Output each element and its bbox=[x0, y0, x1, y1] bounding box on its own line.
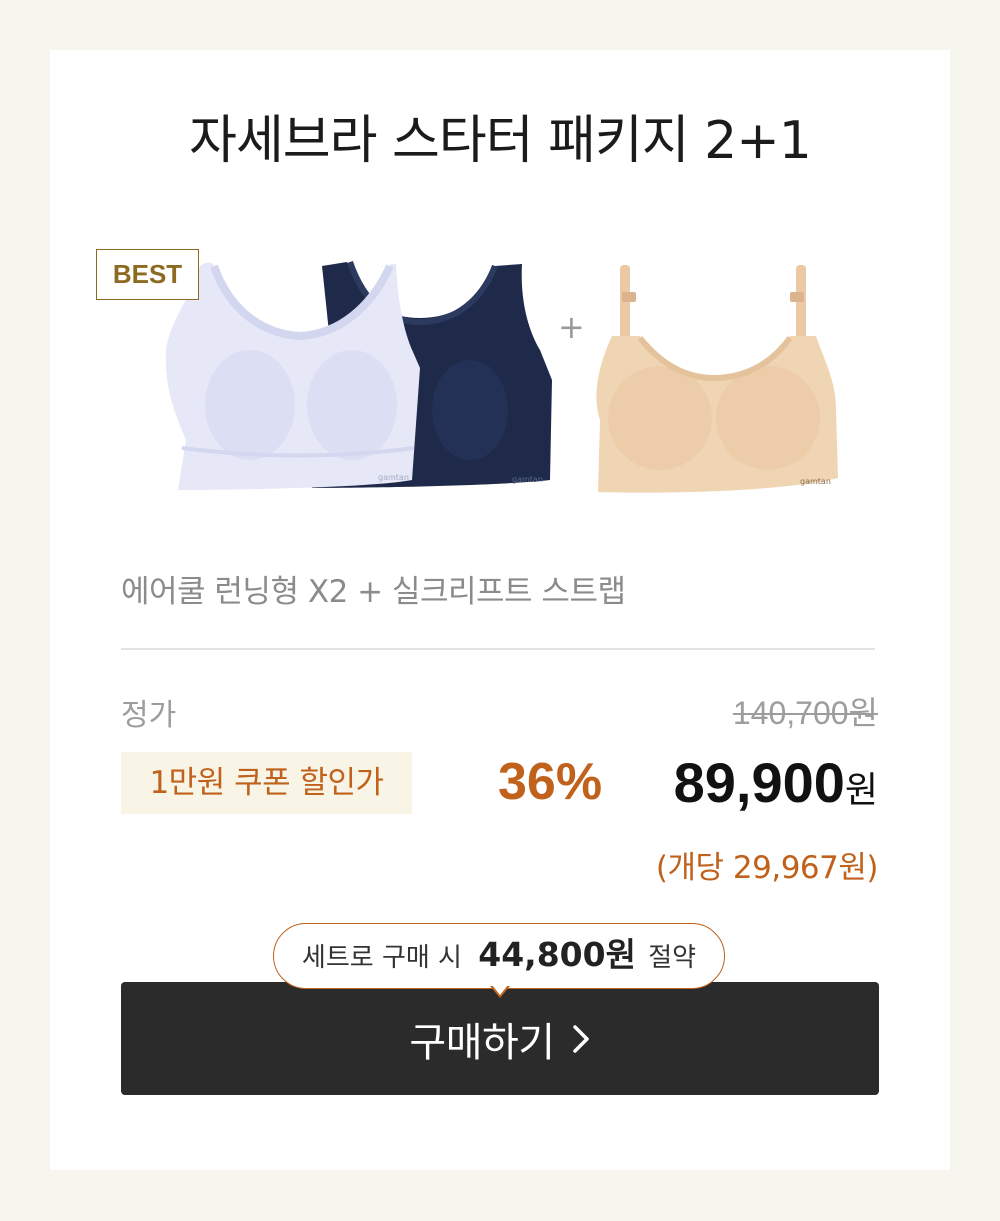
sale-price: 89,900원 bbox=[674, 750, 878, 815]
svg-text:gamtan: gamtan bbox=[512, 475, 543, 484]
savings-prefix: 세트로 구매 시 bbox=[301, 943, 462, 973]
savings-tooltip: 세트로 구매 시 44,800원 절약 bbox=[273, 923, 725, 989]
best-badge: BEST bbox=[96, 249, 199, 300]
chevron-right-icon bbox=[572, 1024, 589, 1053]
savings-amount: 44,800원 bbox=[478, 935, 636, 974]
svg-text:gamtan: gamtan bbox=[378, 473, 409, 482]
buy-button-label: 구매하기 bbox=[409, 1019, 555, 1066]
regular-price-label: 정가 bbox=[121, 698, 177, 733]
discount-rate: 36% bbox=[498, 753, 603, 811]
buy-button[interactable]: 구매하기 bbox=[121, 982, 879, 1095]
product-description: 에어쿨 런닝형 X2 + 실크리프트 스트랩 bbox=[121, 574, 626, 610]
lavender-bra-image: gamtan bbox=[165, 262, 420, 490]
svg-text:gamtan: gamtan bbox=[800, 477, 831, 486]
plus-sign: + bbox=[558, 308, 585, 346]
divider bbox=[121, 648, 875, 650]
tooltip-arrow-fill bbox=[492, 985, 508, 995]
unit-price: (개당 29,967원) bbox=[655, 850, 879, 886]
beige-bra-image: gamtan bbox=[596, 265, 838, 493]
sale-price-currency: 원 bbox=[844, 770, 878, 811]
sale-price-amount: 89,900 bbox=[673, 751, 845, 814]
savings-suffix: 절약 bbox=[648, 943, 697, 973]
coupon-discount-badge: 1만원 쿠폰 할인가 bbox=[121, 752, 412, 814]
regular-price: 140,700원 bbox=[732, 695, 878, 731]
